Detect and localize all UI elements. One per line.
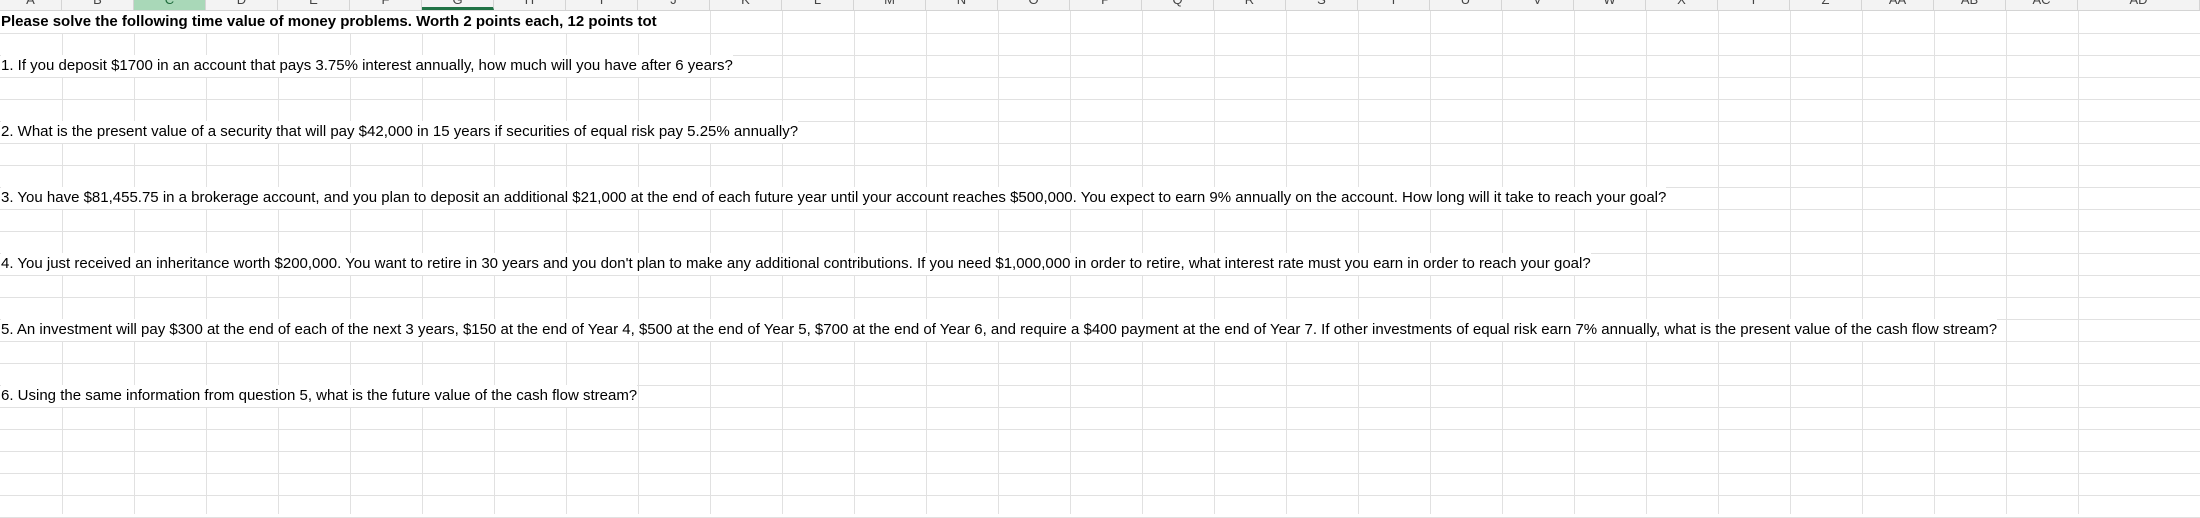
column-header-X[interactable]: X: [1646, 0, 1718, 10]
column-letter: D: [237, 0, 246, 7]
column-header-row: A B C D E F G H I J K L M N O P Q R S T …: [0, 0, 2200, 11]
column-header-S[interactable]: S: [1286, 0, 1358, 10]
cell-A9-question-3[interactable]: 3. You have $81,455.75 in a brokerage ac…: [1, 187, 1667, 209]
column-header-H[interactable]: H: [494, 0, 566, 10]
column-letter: C: [165, 0, 174, 7]
column-letter: AD: [2129, 0, 2147, 7]
column-letter: U: [1461, 0, 1470, 7]
column-header-L[interactable]: L: [782, 0, 854, 10]
column-header-P[interactable]: P: [1070, 0, 1142, 10]
column-letter: O: [1028, 0, 1038, 7]
cell-grid[interactable]: Please solve the following time value of…: [0, 11, 2200, 518]
column-letter: I: [600, 0, 604, 7]
column-letter: J: [670, 0, 677, 7]
column-header-AA[interactable]: AA: [1862, 0, 1934, 10]
column-header-W[interactable]: W: [1574, 0, 1646, 10]
cell-A15-question-5[interactable]: 5. An investment will pay $300 at the en…: [1, 319, 1998, 341]
cell-A6-question-2[interactable]: 2. What is the present value of a securi…: [1, 121, 799, 143]
column-letter: M: [884, 0, 895, 7]
column-header-AD[interactable]: AD: [2078, 0, 2200, 10]
cell-A3-question-1[interactable]: 1. If you deposit $1700 in an account th…: [1, 55, 733, 77]
column-header-J[interactable]: J: [638, 0, 710, 10]
column-letter: Z: [1822, 0, 1830, 7]
column-letter: V: [1533, 0, 1542, 7]
column-letter: Q: [1172, 0, 1182, 7]
column-letter: A: [26, 0, 35, 7]
column-header-G[interactable]: G: [422, 0, 494, 10]
column-letter: N: [957, 0, 966, 7]
column-letter: X: [1677, 0, 1686, 7]
column-header-Z[interactable]: Z: [1790, 0, 1862, 10]
column-letter: B: [93, 0, 102, 7]
column-letter: H: [525, 0, 534, 7]
column-header-O[interactable]: O: [998, 0, 1070, 10]
column-header-I[interactable]: I: [566, 0, 638, 10]
column-letter: Y: [1749, 0, 1758, 7]
column-letter: T: [1390, 0, 1398, 7]
column-header-N[interactable]: N: [926, 0, 998, 10]
column-header-M[interactable]: M: [854, 0, 926, 10]
column-letter: F: [382, 0, 390, 7]
column-header-B[interactable]: B: [62, 0, 134, 10]
column-letter: K: [741, 0, 750, 7]
column-header-R[interactable]: R: [1214, 0, 1286, 10]
cell-A12-question-4[interactable]: 4. You just received an inheritance wort…: [1, 253, 1591, 275]
cell-A18-question-6[interactable]: 6. Using the same information from quest…: [1, 385, 638, 407]
column-header-F[interactable]: F: [350, 0, 422, 10]
column-header-Q[interactable]: Q: [1142, 0, 1214, 10]
column-header-T[interactable]: T: [1358, 0, 1430, 10]
column-letter: L: [814, 0, 821, 7]
column-letter: E: [309, 0, 318, 7]
column-letter: P: [1101, 0, 1110, 7]
column-letter: G: [452, 0, 462, 7]
column-header-C[interactable]: C: [134, 0, 206, 10]
column-letter: W: [1603, 0, 1615, 7]
column-header-U[interactable]: U: [1430, 0, 1502, 10]
column-header-D[interactable]: D: [206, 0, 278, 10]
column-header-K[interactable]: K: [710, 0, 782, 10]
column-header-A[interactable]: A: [0, 0, 62, 10]
column-header-AB[interactable]: AB: [1934, 0, 2006, 10]
column-letter: AC: [2032, 0, 2050, 7]
column-letter: AB: [1961, 0, 1978, 7]
column-header-V[interactable]: V: [1502, 0, 1574, 10]
column-header-AC[interactable]: AC: [2006, 0, 2078, 10]
column-letter: S: [1317, 0, 1326, 7]
column-header-Y[interactable]: Y: [1718, 0, 1790, 10]
column-letter: AA: [1889, 0, 1906, 7]
cell-A1-instructions[interactable]: Please solve the following time value of…: [1, 11, 657, 33]
column-letter: R: [1245, 0, 1254, 7]
column-header-E[interactable]: E: [278, 0, 350, 10]
